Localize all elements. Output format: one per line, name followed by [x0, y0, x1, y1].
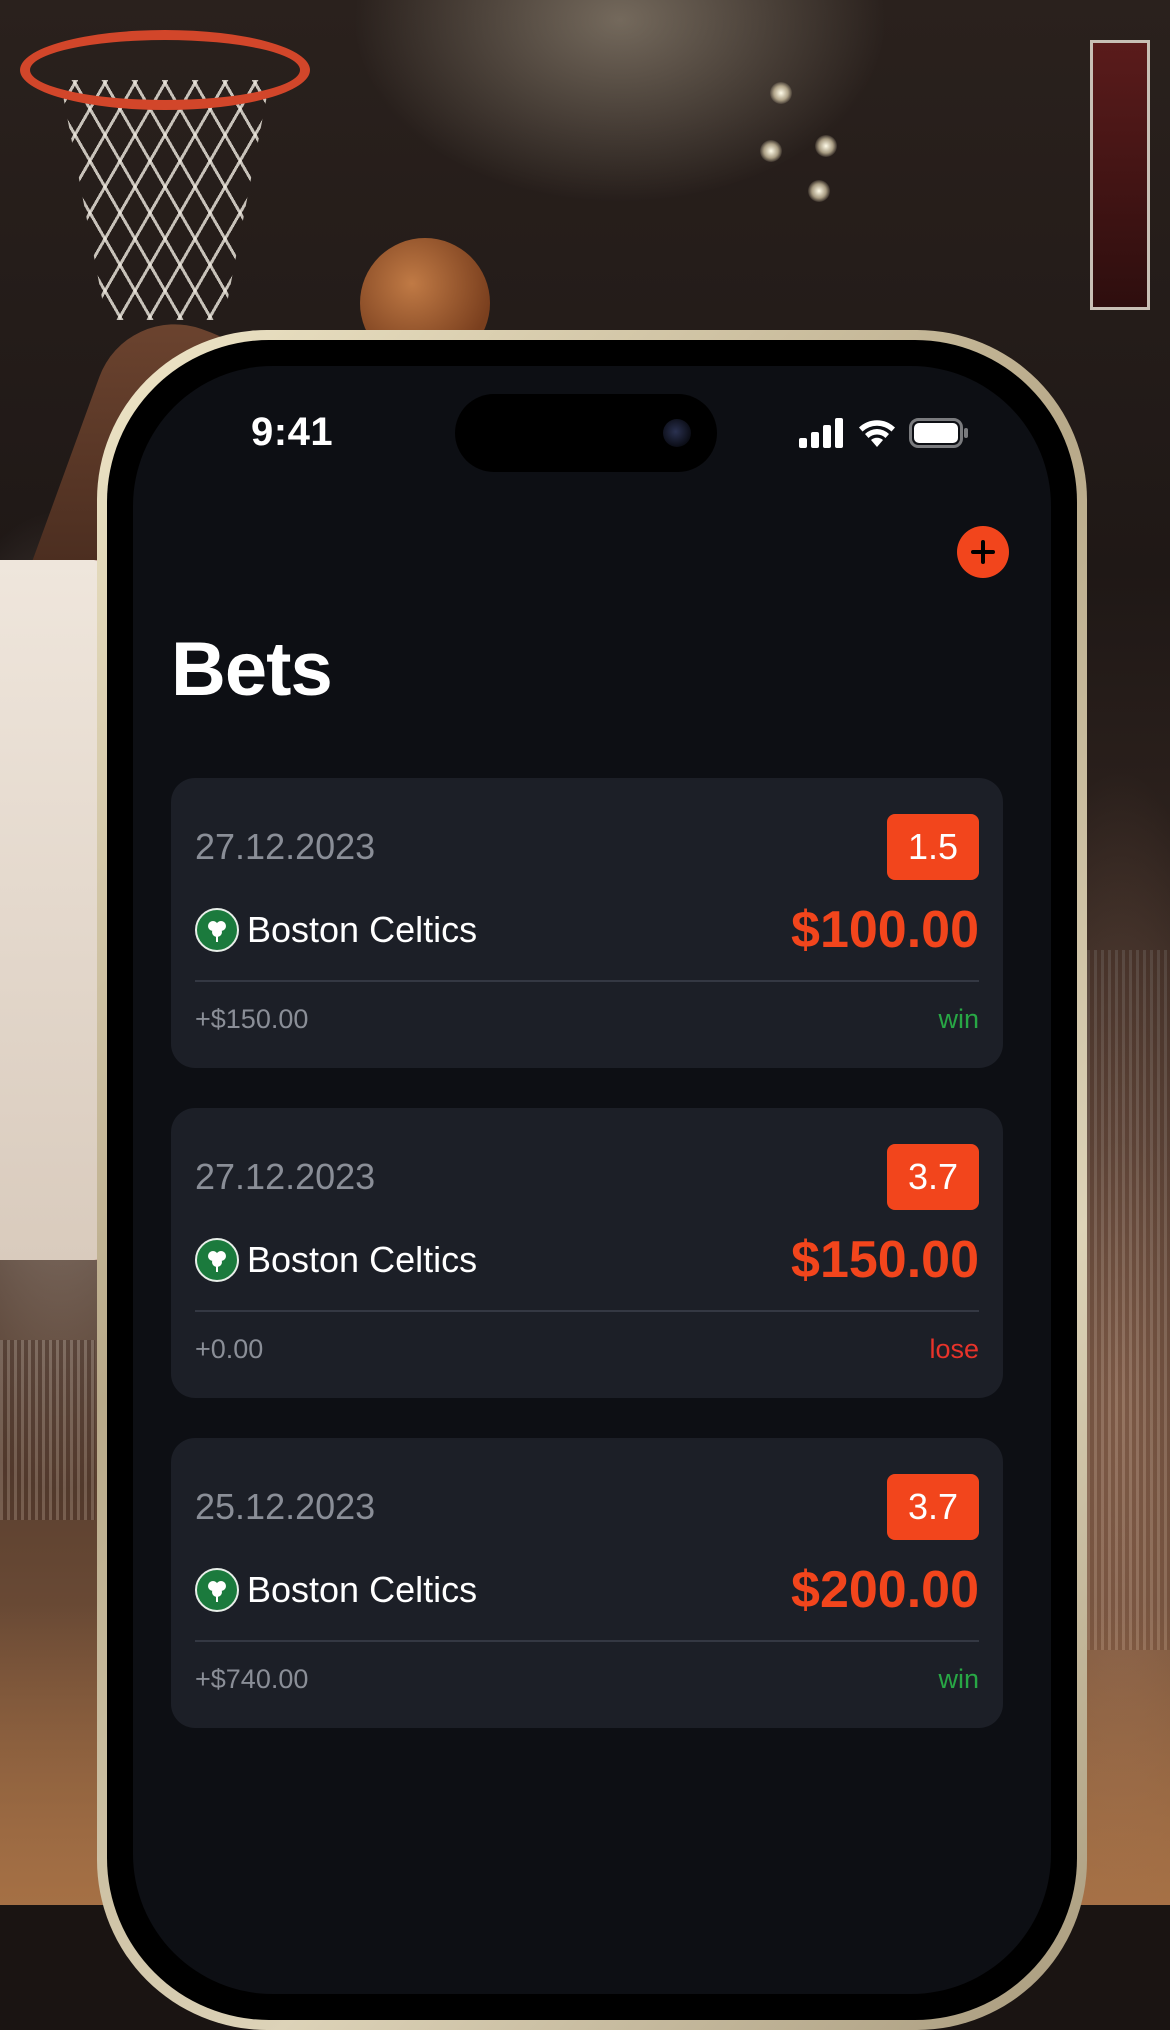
payout: +$740.00: [195, 1664, 309, 1694]
arena-light: [808, 180, 830, 202]
arena-light: [760, 140, 782, 162]
bet-list: 27.12.2023 1.5 Boston Celtics $100.00 +$…: [171, 778, 1003, 1768]
bet-date: 25.12.2023: [195, 1486, 376, 1527]
phone-bezel: 9:41 Bets 27.12.2023 1.5 Boston Celtics …: [107, 340, 1077, 2020]
divider: [195, 980, 979, 982]
crowd-right: [1080, 950, 1170, 1650]
team-row: Boston Celtics: [195, 1238, 477, 1282]
odds-badge: 1.5: [887, 814, 979, 880]
payout: +0.00: [195, 1334, 264, 1364]
camera-icon: [663, 419, 691, 447]
bet-amount: $200.00: [791, 1561, 979, 1619]
dynamic-island: [455, 394, 717, 472]
payout: +$150.00: [195, 1004, 309, 1034]
crowd-left: [0, 1340, 95, 1520]
team-name: Boston Celtics: [247, 909, 478, 950]
celtics-logo-icon: [195, 1568, 239, 1612]
plus-icon: [971, 540, 995, 564]
battery-icon: [909, 418, 968, 448]
result-status: lose: [929, 1334, 979, 1364]
bet-card[interactable]: 27.12.2023 3.7 Boston Celtics $150.00 +0…: [171, 1108, 1003, 1398]
page-title: Bets: [171, 627, 333, 712]
status-time: 9:41: [251, 410, 334, 454]
result-status: win: [938, 1004, 979, 1034]
celtics-logo-icon: [195, 1238, 239, 1282]
phone-screen: 9:41 Bets 27.12.2023 1.5 Boston Celtics …: [133, 366, 1051, 1994]
team-row: Boston Celtics: [195, 908, 477, 952]
signal-icon: [799, 418, 843, 448]
celtics-logo-icon: [195, 908, 239, 952]
bet-card[interactable]: 25.12.2023 3.7 Boston Celtics $200.00 +$…: [171, 1438, 1003, 1728]
result-status: win: [938, 1664, 979, 1694]
championship-banner: [1090, 40, 1150, 310]
bet-date: 27.12.2023: [195, 1156, 376, 1197]
divider: [195, 1310, 979, 1312]
phone-frame: 9:41 Bets 27.12.2023 1.5 Boston Celtics …: [97, 330, 1087, 2030]
basketball-hoop: [20, 30, 310, 110]
odds-badge: 3.7: [887, 1474, 979, 1540]
bet-amount: $100.00: [791, 901, 979, 959]
team-name: Boston Celtics: [247, 1569, 478, 1610]
arena-light: [815, 135, 837, 157]
bet-amount: $150.00: [791, 1231, 979, 1289]
arena-light: [770, 82, 792, 104]
divider: [195, 1640, 979, 1642]
bet-date: 27.12.2023: [195, 826, 376, 867]
basketball-net: [60, 80, 270, 320]
status-icons: [799, 418, 969, 448]
odds-badge: 3.7: [887, 1144, 979, 1210]
add-bet-button[interactable]: [957, 526, 1009, 578]
team-name: Boston Celtics: [247, 1239, 478, 1280]
bet-card[interactable]: 27.12.2023 1.5 Boston Celtics $100.00 +$…: [171, 778, 1003, 1068]
team-row: Boston Celtics: [195, 1568, 477, 1612]
wifi-icon: [859, 420, 895, 447]
